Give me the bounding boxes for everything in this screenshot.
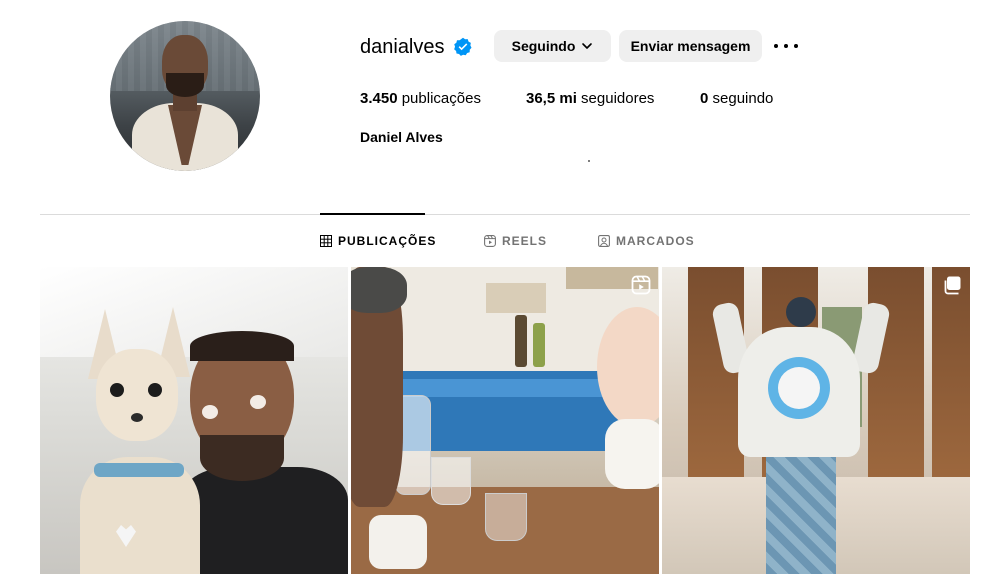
profile-avatar[interactable] bbox=[110, 21, 260, 171]
posts-count-label: publicações bbox=[401, 90, 481, 107]
followers-count[interactable]: 36,5 mi seguidores bbox=[526, 90, 660, 107]
following-button-label: Seguindo bbox=[511, 38, 576, 54]
profile-full-name: Daniel Alves bbox=[360, 129, 443, 145]
bio-dot bbox=[588, 160, 590, 162]
post-thumbnail[interactable] bbox=[40, 267, 348, 574]
following-button[interactable]: Seguindo bbox=[494, 30, 611, 62]
tab-reels[interactable]: REELS bbox=[484, 234, 547, 248]
tagged-icon bbox=[598, 235, 610, 247]
following-count-value: 0 bbox=[700, 90, 709, 107]
tab-tagged-label: MARCADOS bbox=[616, 234, 695, 248]
tab-posts[interactable]: PUBLICAÇÕES bbox=[320, 234, 436, 248]
profile-stats: 3.450 publicações 36,5 mi seguidores 0 s… bbox=[360, 90, 813, 107]
reel-badge-icon bbox=[631, 275, 651, 295]
followers-count-label: seguidores bbox=[581, 90, 655, 107]
verified-badge-icon bbox=[453, 37, 472, 56]
username: danialves bbox=[360, 35, 445, 58]
posts-count: 3.450 publicações bbox=[360, 90, 486, 107]
username-row: danialves bbox=[360, 30, 473, 64]
grid-icon bbox=[320, 235, 332, 247]
profile-tabs: PUBLICAÇÕES REELS MARCADOS bbox=[0, 234, 984, 250]
active-tab-indicator bbox=[320, 213, 425, 215]
tab-posts-label: PUBLICAÇÕES bbox=[338, 234, 437, 248]
reels-icon bbox=[484, 235, 496, 247]
send-message-button-label: Enviar mensagem bbox=[630, 38, 751, 54]
following-count-label: seguindo bbox=[712, 90, 774, 107]
following-count[interactable]: 0 seguindo bbox=[700, 90, 773, 107]
chevron-down-icon bbox=[582, 43, 593, 49]
tab-tagged[interactable]: MARCADOS bbox=[598, 234, 695, 248]
send-message-button[interactable]: Enviar mensagem bbox=[619, 30, 762, 62]
carousel-badge-icon bbox=[944, 276, 961, 295]
post-thumbnail[interactable] bbox=[662, 267, 970, 574]
posts-count-value: 3.450 bbox=[360, 90, 398, 107]
more-options-icon[interactable] bbox=[774, 36, 798, 56]
tabs-divider bbox=[40, 214, 970, 215]
profile-page: danialves Seguindo Enviar mensagem 3.450… bbox=[0, 0, 984, 574]
post-thumbnail[interactable] bbox=[351, 267, 659, 574]
tab-reels-label: REELS bbox=[502, 234, 548, 248]
followers-count-value: 36,5 mi bbox=[526, 90, 577, 107]
